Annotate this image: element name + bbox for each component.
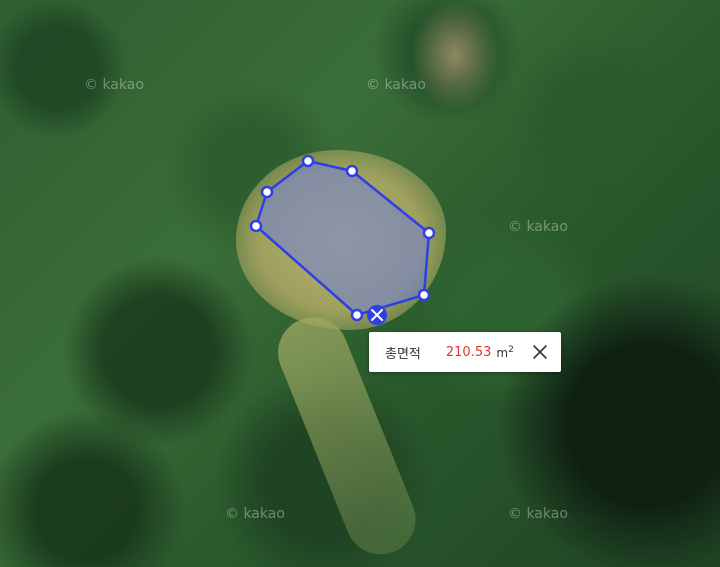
measure-overlay <box>249 154 436 325</box>
vertex-handle-icon[interactable] <box>417 288 431 302</box>
vertex-handle-icon[interactable] <box>301 154 315 168</box>
vertex-handle-icon[interactable] <box>260 185 274 199</box>
delete-shape-icon[interactable] <box>367 305 387 325</box>
satellite-map[interactable]: © kakao © kakao © kakao © kakao © kakao … <box>0 0 720 567</box>
area-polygon[interactable] <box>254 159 431 317</box>
vertex-handle-icon[interactable] <box>345 164 359 178</box>
vertex-handle-icon[interactable] <box>249 219 263 233</box>
vertex-handle-icon[interactable] <box>422 226 436 240</box>
vertex-handle-icon[interactable] <box>350 308 364 322</box>
close-icon[interactable] <box>529 341 551 363</box>
total-area-value: 210.53 <box>445 344 492 360</box>
total-area-label: 총면적 <box>385 346 421 362</box>
area-unit: m2 <box>496 344 514 360</box>
area-result-popup: 총면적 210.53 m2 <box>369 332 561 372</box>
